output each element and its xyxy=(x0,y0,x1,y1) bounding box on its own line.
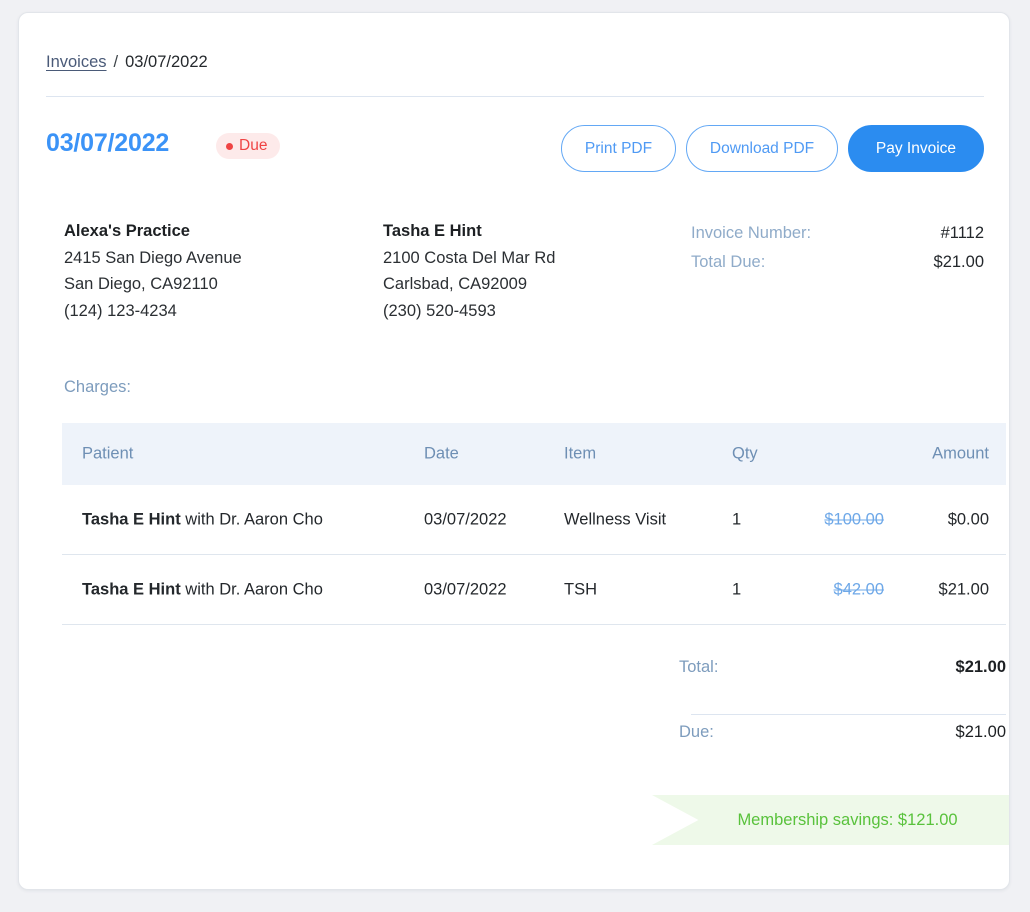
membership-savings-label: Membership savings: $121.00 xyxy=(737,810,958,829)
cell-item: TSH xyxy=(564,580,597,598)
totals-block: Total: $21.00 Due: $21.00 xyxy=(679,658,1006,771)
column-header-date: Date xyxy=(424,444,459,463)
membership-savings-ribbon: Membership savings: $121.00 xyxy=(652,795,1009,845)
page-title: 03/07/2022 xyxy=(46,129,170,157)
cell-date: 03/07/2022 xyxy=(424,510,507,528)
cell-patient-name: Tasha E Hint xyxy=(82,510,181,528)
cell-amount: $0.00 xyxy=(947,510,989,528)
cell-patient-name: Tasha E Hint xyxy=(82,580,181,598)
invoice-meta-block: Invoice Number: #1112 Total Due: $21.00 xyxy=(691,219,984,277)
column-header-item: Item xyxy=(564,444,597,463)
cell-patient: Tasha E Hint with Dr. Aaron Cho xyxy=(82,580,323,599)
charges-label: Charges: xyxy=(64,378,131,396)
totals-divider xyxy=(691,714,1006,715)
patient-phone: (230) 520-4593 xyxy=(383,301,496,320)
cell-patient-provider: with Dr. Aaron Cho xyxy=(180,510,323,528)
table-row: Tasha E Hint with Dr. Aaron Cho 03/07/20… xyxy=(62,485,1006,555)
due-row: Due: $21.00 xyxy=(679,723,1006,771)
invoice-card: Invoices / 03/07/2022 03/07/2022 Due Print… xyxy=(18,12,1010,890)
invoice-number-row: Invoice Number: #1112 xyxy=(691,219,984,248)
due-label: Due: xyxy=(679,723,714,741)
practice-address-block: Alexa's Practice 2415 San Diego Avenue S… xyxy=(64,218,242,324)
column-header-qty: Qty xyxy=(732,444,758,463)
breadcrumb-separator: / xyxy=(113,53,119,71)
invoice-header-row: 03/07/2022 Due Print PDF Download PDF Pa… xyxy=(46,125,984,181)
cell-original-amount: $42.00 xyxy=(833,580,884,598)
total-due-row: Total Due: $21.00 xyxy=(691,248,984,277)
patient-address-block: Tasha E Hint 2100 Costa Del Mar Rd Carls… xyxy=(383,218,555,324)
invoice-actions: Print PDF Download PDF Pay Invoice xyxy=(561,125,984,172)
cell-qty: 1 xyxy=(732,510,742,528)
total-label: Total: xyxy=(679,658,719,676)
invoice-number-label: Invoice Number: xyxy=(691,224,812,242)
table-row: Tasha E Hint with Dr. Aaron Cho 03/07/20… xyxy=(62,555,1006,625)
total-due-label: Total Due: xyxy=(691,253,766,271)
due-value: $21.00 xyxy=(955,723,1006,741)
cell-date: 03/07/2022 xyxy=(424,580,507,598)
breadcrumb-link-invoices[interactable]: Invoices xyxy=(46,53,107,71)
print-pdf-button[interactable]: Print PDF xyxy=(561,125,676,172)
patient-street: 2100 Costa Del Mar Rd xyxy=(383,248,556,267)
cell-amount: $21.00 xyxy=(938,580,989,598)
total-row: Total: $21.00 xyxy=(679,658,1006,706)
download-pdf-button[interactable]: Download PDF xyxy=(686,125,838,172)
cell-patient-provider: with Dr. Aaron Cho xyxy=(180,580,323,598)
cell-original-amount: $100.00 xyxy=(824,510,884,528)
total-value: $21.00 xyxy=(955,658,1006,676)
cell-patient: Tasha E Hint with Dr. Aaron Cho xyxy=(82,510,323,529)
practice-phone: (124) 123-4234 xyxy=(64,301,177,320)
practice-name: Alexa's Practice xyxy=(64,222,190,240)
total-due-value: $21.00 xyxy=(933,253,984,271)
patient-name: Tasha E Hint xyxy=(383,222,482,240)
cell-item: Wellness Visit xyxy=(564,510,667,528)
status-dot-icon xyxy=(226,142,233,150)
status-badge: Due xyxy=(216,133,281,159)
column-header-patient: Patient xyxy=(82,444,134,463)
patient-city-state-zip: Carlsbad, CA92009 xyxy=(383,275,528,293)
status-badge-label: Due xyxy=(239,137,268,154)
column-header-amount: Amount xyxy=(932,444,989,463)
practice-street: 2415 San Diego Avenue xyxy=(64,248,242,267)
invoice-number-value: #1112 xyxy=(940,224,984,242)
table-header-row: Patient Date Item Qty Amount xyxy=(62,423,1006,485)
pay-invoice-button[interactable]: Pay Invoice xyxy=(848,125,984,172)
charges-table: Patient Date Item Qty Amount Tasha E Hin… xyxy=(62,423,1006,625)
header-divider xyxy=(46,96,984,97)
cell-qty: 1 xyxy=(732,580,742,598)
breadcrumb-current: 03/07/2022 xyxy=(125,53,208,71)
breadcrumb: Invoices / 03/07/2022 xyxy=(46,53,208,72)
practice-city-state-zip: San Diego, CA92110 xyxy=(64,275,218,293)
